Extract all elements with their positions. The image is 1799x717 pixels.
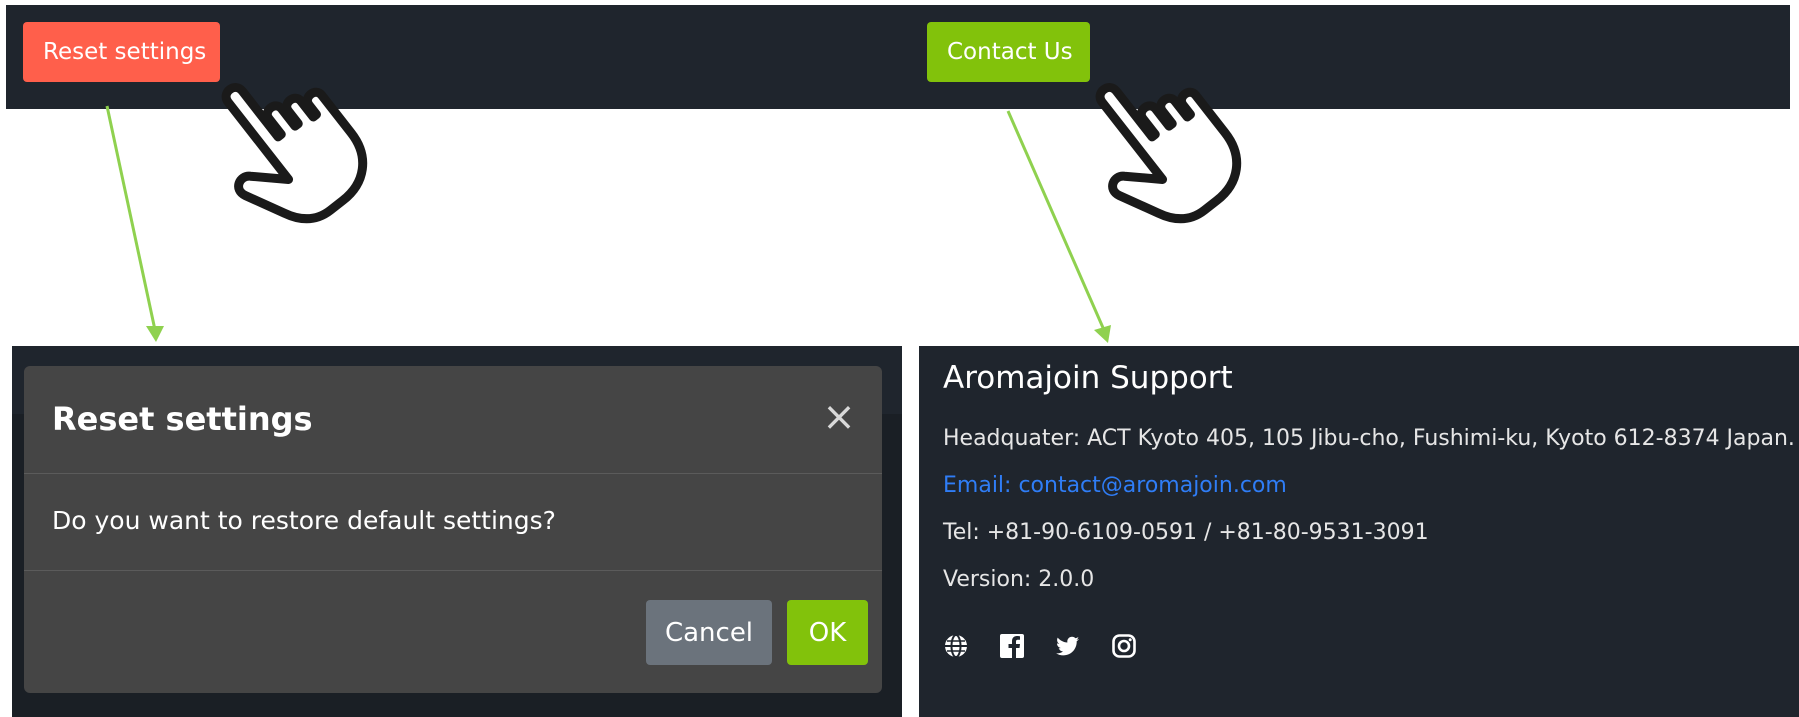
social-links (943, 633, 1167, 663)
telephone-line: Tel: +81-90-6109-0591 / +81-80-9531-3091 (943, 520, 1429, 545)
pointing-hand-icon (1095, 83, 1242, 224)
modal-message: Do you want to restore default settings? (52, 506, 556, 535)
modal-title: Reset settings (52, 400, 313, 438)
facebook-icon[interactable] (999, 633, 1055, 663)
modal-body: Do you want to restore default settings? (24, 474, 882, 571)
globe-icon[interactable] (943, 633, 999, 663)
twitter-icon[interactable] (1055, 633, 1111, 663)
instagram-icon[interactable] (1111, 633, 1167, 663)
reset-settings-modal: Reset settings × Do you want to restore … (24, 366, 882, 693)
ok-button[interactable]: OK (787, 600, 868, 665)
headquarter-address: Headquater: ACT Kyoto 405, 105 Jibu-cho,… (943, 426, 1795, 451)
email-label: Email: (943, 473, 1019, 498)
support-panel: Aromajoin Support Headquater: ACT Kyoto … (919, 346, 1799, 717)
reset-dialog-screenshot: Reset settings × Do you want to restore … (12, 346, 902, 717)
modal-header: Reset settings × (24, 366, 882, 474)
reset-settings-button[interactable]: Reset settings (23, 22, 220, 82)
pointing-hand-icon (221, 83, 368, 224)
email-line: Email: contact@aromajoin.com (943, 473, 1287, 498)
version-line: Version: 2.0.0 (943, 567, 1095, 592)
cancel-button[interactable]: Cancel (646, 600, 772, 665)
contact-us-button[interactable]: Contact Us (927, 22, 1090, 82)
email-link[interactable]: contact@aromajoin.com (1018, 473, 1286, 498)
arrow-to-reset-dialog (105, 105, 164, 342)
close-icon[interactable]: × (822, 397, 856, 437)
support-title: Aromajoin Support (943, 360, 1233, 396)
